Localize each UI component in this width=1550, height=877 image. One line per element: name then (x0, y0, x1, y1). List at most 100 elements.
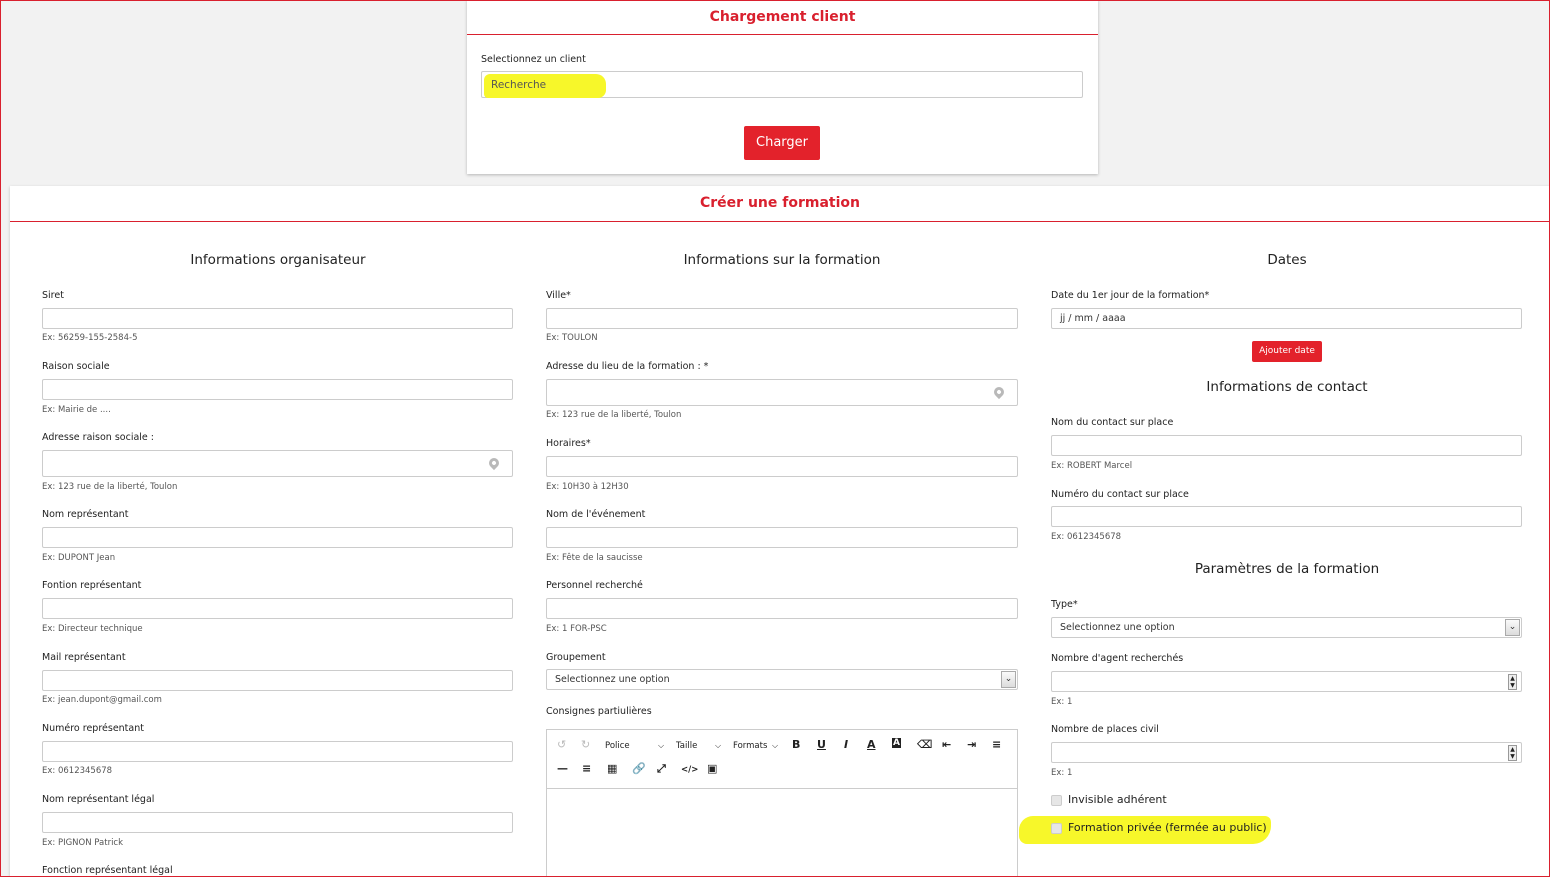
mail-representant-label: Mail représentant (42, 652, 126, 663)
map-pin-icon (486, 455, 502, 471)
table-icon[interactable]: ▦ (607, 762, 617, 775)
first-day-label: Date du 1er jour de la formation* (1051, 290, 1210, 301)
horaires-input[interactable] (546, 456, 1018, 477)
load-client-card: Chargement client Selectionnez un client… (467, 0, 1098, 174)
client-search-input[interactable]: Recherche (481, 71, 1083, 98)
indent-icon[interactable]: ⇥ (967, 738, 976, 751)
number-spinner-icon[interactable]: ▲ ▼ (1508, 674, 1517, 690)
ville-label: Ville* (546, 290, 571, 301)
agents-label: Nombre d'agent recherchés (1051, 653, 1184, 664)
nom-representant-label: Nom représentant (42, 509, 129, 520)
ville-hint: Ex: TOULON (546, 333, 598, 343)
image-icon[interactable]: ▣ (707, 762, 717, 775)
nom-representant-legal-label: Nom représentant légal (42, 794, 155, 805)
civil-places-number-input[interactable]: ▲ ▼ (1051, 742, 1522, 763)
title-divider (467, 34, 1098, 35)
civil-places-hint: Ex: 1 (1051, 768, 1073, 778)
underline-icon[interactable]: U (817, 738, 826, 751)
redo-icon[interactable]: ↻ (581, 738, 590, 751)
chevron-down-icon: ⌄ (1505, 619, 1520, 636)
numero-representant-input[interactable] (42, 741, 513, 762)
map-pin-icon (991, 384, 1007, 400)
horaires-label: Horaires* (546, 438, 591, 449)
font-family-dropdown[interactable]: Police (605, 741, 630, 751)
fonction-representant-input[interactable] (42, 598, 513, 619)
background-color-icon[interactable]: A (892, 738, 901, 748)
private-training-label: Formation privée (fermée au public) (1068, 821, 1267, 834)
horaires-hint: Ex: 10H30 à 12H30 (546, 482, 629, 492)
chevron-down-icon: ⌄ (1001, 671, 1016, 688)
params-section-title: Paramètres de la formation (1194, 561, 1380, 577)
adresse-raison-sociale-label: Adresse raison sociale : (42, 432, 154, 443)
add-date-button[interactable]: Ajouter date (1252, 341, 1322, 362)
nom-representant-legal-input[interactable] (42, 812, 513, 833)
consignes-label: Consignes partiulières (546, 706, 652, 717)
first-day-date-input[interactable]: jj / mm / aaaa (1051, 308, 1522, 329)
rich-text-editor: ↺ ↻ Police ⌵ Taille ⌵ Formats ⌵ B U I A … (546, 729, 1018, 877)
editor-toolbar: ↺ ↻ Police ⌵ Taille ⌵ Formats ⌵ B U I A … (547, 730, 1017, 789)
text-color-icon[interactable]: A (867, 738, 876, 751)
font-size-dropdown[interactable]: Taille (676, 741, 697, 751)
siret-input[interactable] (42, 308, 513, 329)
invisible-adherent-checkbox[interactable] (1051, 795, 1062, 806)
number-spinner-icon[interactable]: ▲ ▼ (1508, 745, 1517, 761)
client-search-placeholder: Recherche (491, 79, 547, 91)
civil-places-label: Nombre de places civil (1051, 724, 1159, 735)
adresse-formation-input[interactable] (546, 379, 1018, 406)
nom-representant-legal-hint: Ex: PIGNON Patrick (42, 838, 124, 848)
ordered-list-icon[interactable]: ≡ (582, 762, 591, 775)
numero-representant-hint: Ex: 0612345678 (42, 766, 113, 776)
adresse-formation-label: Adresse du lieu de la formation : * (546, 361, 709, 372)
ville-input[interactable] (546, 308, 1018, 329)
chevron-down-icon: ⌵ (772, 741, 779, 750)
undo-icon[interactable]: ↺ (557, 738, 566, 751)
title-divider (10, 221, 1550, 222)
client-select-label: Selectionnez un client (481, 54, 586, 65)
personnel-recherche-input[interactable] (546, 598, 1018, 619)
fonction-representant-label: Fontion représentant (42, 580, 142, 591)
eraser-icon[interactable]: ⌫ (917, 738, 933, 751)
nom-evenement-input[interactable] (546, 527, 1018, 548)
formats-dropdown[interactable]: Formats (733, 741, 767, 751)
contact-name-label: Nom du contact sur place (1051, 417, 1174, 428)
groupement-selected-value: Selectionnez une option (555, 674, 670, 685)
bold-icon[interactable]: B (792, 738, 800, 751)
load-client-title: Chargement client (709, 9, 856, 25)
nom-evenement-label: Nom de l'événement (546, 509, 646, 520)
code-icon[interactable]: </> (681, 765, 698, 775)
contact-name-hint: Ex: ROBERT Marcel (1051, 461, 1133, 471)
link-icon[interactable]: 🔗 (632, 762, 646, 775)
private-training-checkbox[interactable] (1051, 823, 1062, 834)
groupement-label: Groupement (546, 652, 606, 663)
adresse-formation-hint: Ex: 123 rue de la liberté, Toulon (546, 410, 682, 420)
outdent-icon[interactable]: ⇤ (942, 738, 951, 751)
chevron-down-icon: ⌵ (658, 741, 665, 750)
raison-sociale-label: Raison sociale (42, 361, 110, 372)
contact-name-input[interactable] (1051, 435, 1522, 456)
agents-hint: Ex: 1 (1051, 697, 1073, 707)
nom-representant-input[interactable] (42, 527, 513, 548)
type-label: Type* (1051, 599, 1078, 610)
training-section-title: Informations sur la formation (683, 252, 881, 268)
contact-phone-hint: Ex: 0612345678 (1051, 532, 1122, 542)
personnel-recherche-label: Personnel recherché (546, 580, 643, 591)
mail-representant-hint: Ex: jean.dupont@gmail.com (42, 695, 162, 705)
adresse-raison-sociale-hint: Ex: 123 rue de la liberté, Toulon (42, 482, 178, 492)
contact-phone-label: Numéro du contact sur place (1051, 489, 1189, 500)
chevron-down-icon: ⌵ (715, 741, 722, 750)
groupement-select[interactable]: Selectionnez une option ⌄ (546, 669, 1018, 690)
charger-button[interactable]: Charger (744, 126, 820, 160)
fullscreen-icon[interactable]: ⤢ (657, 762, 666, 776)
personnel-recherche-hint: Ex: 1 FOR-PSC (546, 624, 607, 634)
type-select[interactable]: Selectionnez une option ⌄ (1051, 617, 1522, 638)
mail-representant-input[interactable] (42, 670, 513, 691)
contact-phone-input[interactable] (1051, 506, 1522, 527)
horizontal-rule-icon[interactable]: — (557, 762, 568, 775)
agents-number-input[interactable]: ▲ ▼ (1051, 671, 1522, 692)
nom-representant-hint: Ex: DUPONT Jean (42, 553, 116, 563)
raison-sociale-input[interactable] (42, 379, 513, 400)
italic-icon[interactable]: I (844, 738, 848, 751)
align-icon[interactable]: ≡ (992, 738, 1001, 751)
adresse-raison-sociale-input[interactable] (42, 450, 513, 477)
dates-section-title: Dates (1267, 252, 1307, 268)
